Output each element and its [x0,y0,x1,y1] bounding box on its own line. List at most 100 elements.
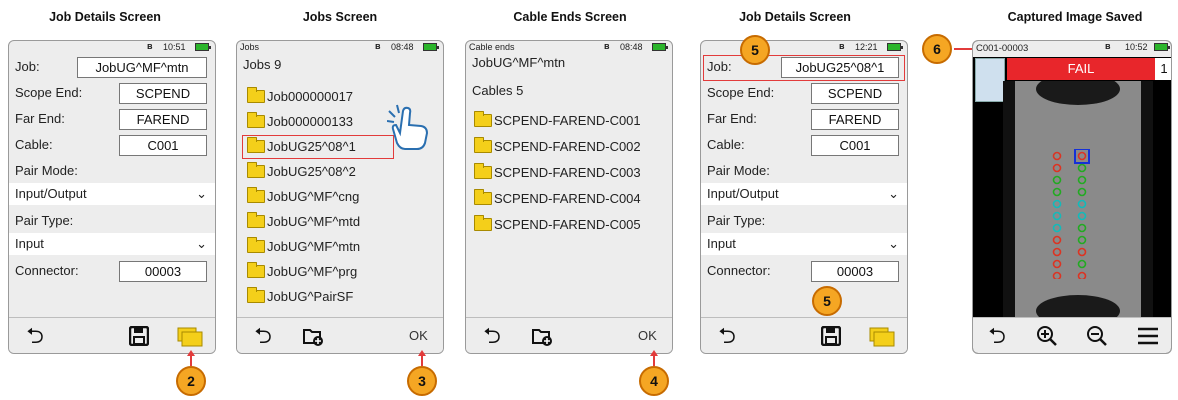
new-folder-icon[interactable] [528,322,556,350]
list-item[interactable]: SCPEND-FAREND-C005 [474,215,641,232]
folder-icon [474,189,492,205]
job-field[interactable]: JobUG^MF^mtn [77,57,207,78]
bluetooth-icon: ʙ [839,41,845,51]
step-badge-3: 3 [407,366,437,396]
callout-line-4 [653,356,655,366]
back-icon[interactable]: ⮌ [249,322,277,350]
far-end-label: Far End: [707,111,757,126]
caption-job-details-2: Job Details Screen [739,10,851,24]
bluetooth-icon: ʙ [375,41,381,51]
folder-icon [247,87,265,103]
captured-image-screen: C001-00003 ʙ 10:52 FAIL 1 ⮌ [972,40,1172,354]
list-item[interactable]: JobUG25^08^2 [247,162,356,179]
list-item[interactable]: SCPEND-FAREND-C002 [474,137,641,154]
connector-label: Connector: [707,263,771,278]
new-folder-icon[interactable] [299,322,327,350]
connector-label: Connector: [15,263,79,278]
list-item[interactable]: Job000000017 [247,87,353,104]
step-badge-4: 4 [639,366,669,396]
chevron-down-icon: ⌄ [196,236,207,251]
clock: 10:52 [1125,42,1148,52]
step-badge-5-top: 5 [740,35,770,65]
tap-hand-icon [387,104,429,150]
save-icon[interactable] [125,322,153,350]
scope-end-field[interactable]: SCPEND [811,83,899,104]
list-item[interactable]: Job000000133 [247,112,353,129]
pair-mode-select[interactable]: Input/Output ⌄ [9,183,215,205]
job-name-title: JobUG^MF^mtn [472,55,566,70]
battery-icon [423,43,439,51]
clock: 12:21 [855,42,878,52]
ok-button[interactable]: OK [409,328,428,343]
job-label: Job: [15,59,40,74]
caption-job-details-1: Job Details Screen [49,10,161,24]
list-item[interactable]: JobUG^MF^mtd [247,212,360,229]
battery-icon [652,43,668,51]
chevron-down-icon: ⌄ [888,236,899,251]
folder-icon [474,111,492,127]
jobs-screen: Jobs ʙ 08:48 Jobs 9 Job000000017 Job0000… [236,40,444,354]
folders-icon[interactable] [175,322,205,350]
menu-icon[interactable] [1133,322,1163,350]
far-end-field[interactable]: FAREND [119,109,207,130]
fiber-markers [1052,149,1090,279]
folder-icon [247,262,265,278]
pair-mode-label: Pair Mode: [15,163,78,178]
connector-field[interactable]: 00003 [811,261,899,282]
folder-icon [247,112,265,128]
zoom-in-icon[interactable] [1033,322,1061,350]
list-item[interactable]: SCPEND-FAREND-C004 [474,189,641,206]
list-item[interactable]: JobUG^MF^prg [247,262,357,279]
bluetooth-icon: ʙ [604,41,610,51]
cable-field[interactable]: C001 [119,135,207,156]
clock: 10:51 [163,42,186,52]
cable-field[interactable]: C001 [811,135,899,156]
ok-button[interactable]: OK [638,328,657,343]
save-icon[interactable] [817,322,845,350]
connector-field[interactable]: 00003 [119,261,207,282]
job-label: Job: [707,59,732,74]
callout-line-6 [954,48,972,50]
status-bar: ʙ 12:21 [701,41,907,55]
back-icon[interactable]: ⮌ [983,322,1011,350]
clock: 08:48 [620,42,643,52]
list-item[interactable]: JobUG^MF^mtn [247,237,360,254]
back-icon[interactable]: ⮌ [478,322,506,350]
callout-line-3 [421,356,423,366]
far-end-field[interactable]: FAREND [811,109,899,130]
caption-jobs: Jobs Screen [302,10,378,24]
selected-job-highlight [242,135,394,159]
list-item[interactable]: JobUG^PairSF [247,287,353,304]
step-badge-2: 2 [176,366,206,396]
pair-type-value: Input [15,236,44,251]
scope-end-label: Scope End: [707,85,775,100]
pair-type-select[interactable]: Input ⌄ [9,233,215,255]
status-bar: Cable ends ʙ 08:48 [466,41,672,55]
pair-mode-select[interactable]: Input/Output ⌄ [701,183,907,205]
list-item[interactable]: SCPEND-FAREND-C001 [474,111,641,128]
status-bar: Jobs ʙ 08:48 [237,41,443,55]
scope-end-field[interactable]: SCPEND [119,83,207,104]
folders-icon[interactable] [867,322,897,350]
pair-type-select[interactable]: Input ⌄ [701,233,907,255]
folder-icon [474,163,492,179]
cable-label: Cable: [15,137,53,152]
list-item[interactable]: JobUG^MF^cng [247,187,359,204]
callout-arrow-3 [418,350,426,356]
status-bar: ʙ 10:51 [9,41,215,55]
back-icon[interactable]: ⮌ [713,322,741,350]
bluetooth-icon: ʙ [1105,41,1111,51]
zoom-out-icon[interactable] [1083,322,1111,350]
bluetooth-icon: ʙ [147,41,153,51]
chevron-down-icon: ⌄ [196,186,207,201]
job-details-screen-1: ʙ 10:51 Job: JobUG^MF^mtn Scope End: SCP… [8,40,216,354]
cable-label: Cable: [707,137,745,152]
pair-type-label: Pair Type: [15,213,74,228]
far-end-label: Far End: [15,111,65,126]
folder-icon [247,187,265,203]
list-item[interactable]: SCPEND-FAREND-C003 [474,163,641,180]
toolbar: ⮌ OK [466,317,672,353]
job-field[interactable]: JobUG25^08^1 [781,57,899,78]
back-icon[interactable]: ⮌ [21,322,49,350]
thumbnail[interactable] [975,58,1005,102]
